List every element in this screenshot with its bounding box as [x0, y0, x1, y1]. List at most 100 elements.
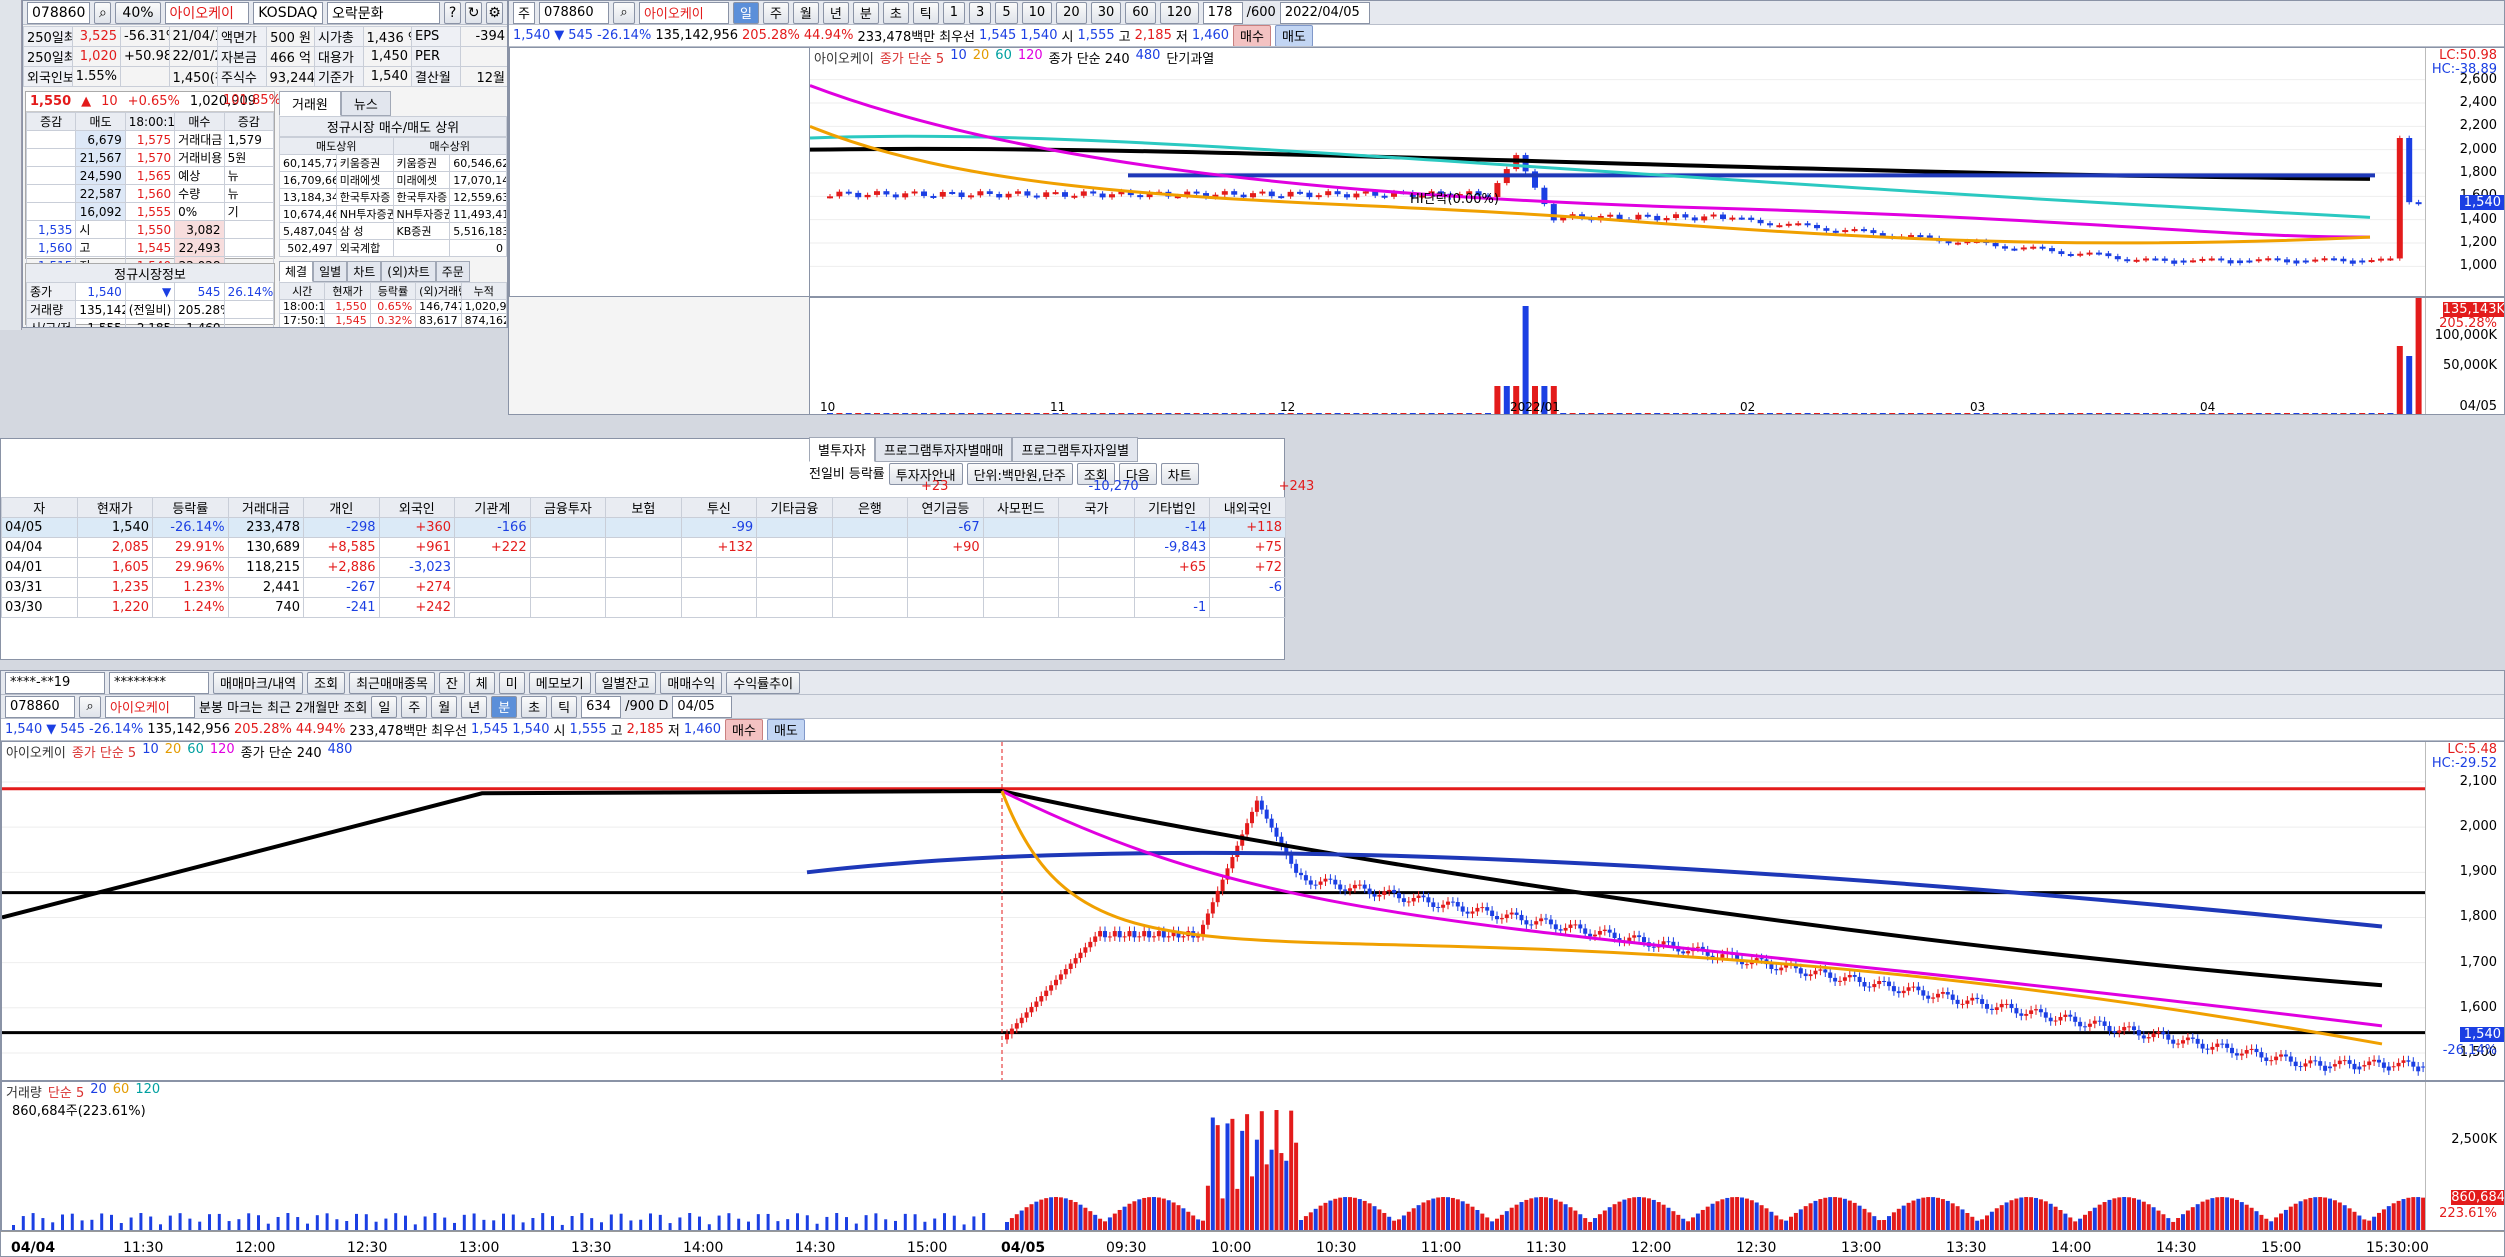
tab-trade-1[interactable]: 일별 — [313, 261, 348, 282]
ratio-button[interactable]: 40% — [115, 1, 161, 24]
buy-button[interactable]: 매수 — [1233, 25, 1271, 46]
sell-button[interactable]: 매도 — [1274, 25, 1313, 46]
unit-3[interactable]: 년 — [822, 1, 849, 24]
candle — [1313, 884, 1318, 886]
toolbar-b8-button[interactable]: 일별잔고 — [594, 671, 657, 694]
interval-6[interactable]: 60 — [1125, 1, 1156, 24]
volume-bar — [276, 1216, 280, 1230]
volume-bar — [1058, 1197, 1063, 1230]
ask-row[interactable]: 6,679 1,575 거래대금 1,579 — [25, 130, 275, 149]
tab-trade-0[interactable]: 체결 — [279, 261, 314, 282]
toolbar-b1-button[interactable]: 매매마크/내역 — [213, 671, 304, 694]
tab-trade-3[interactable]: (외)차트 — [381, 261, 436, 282]
legend-item: 아이오케이 — [814, 52, 874, 67]
minute-unit-4[interactable]: 분 — [491, 695, 518, 718]
search-icon[interactable]: ⌕ — [79, 695, 101, 718]
date-input[interactable]: 2022/04/05 — [1279, 1, 1370, 24]
interval-0[interactable]: 1 — [942, 1, 966, 24]
minute-count[interactable]: 634 — [581, 695, 622, 718]
toolbar-b10-button[interactable]: 수익률추이 — [726, 671, 801, 694]
candle — [1377, 894, 1382, 897]
table-cell — [605, 537, 682, 558]
code-input[interactable]: 078860 — [27, 1, 91, 24]
investor-row[interactable]: 03/31 1,235 1.23% 2,441 -267 +274 -6 — [1, 577, 1286, 598]
minute-unit-1[interactable]: 주 — [401, 695, 428, 718]
sell-button[interactable]: 매도 — [766, 719, 805, 740]
pw-input[interactable]: ******** — [109, 671, 209, 694]
tab-trade-4[interactable]: 주문 — [435, 261, 470, 282]
volume-bar — [325, 1213, 329, 1230]
toolbar-b9-button[interactable]: 매매수익 — [660, 671, 723, 694]
candle — [1109, 194, 1115, 198]
toolbar-b2-button[interactable]: 조회 — [307, 671, 346, 694]
volume-bar — [1945, 1200, 1950, 1230]
toolbar-b6-button[interactable]: 미 — [498, 671, 525, 694]
unit-5[interactable]: 초 — [882, 1, 909, 24]
tab-investor-1[interactable]: 프로그램투자자별매매 — [874, 437, 1013, 462]
unit-6[interactable]: 틱 — [912, 1, 939, 24]
ask-row[interactable]: 24,590 1,565 예상 뉴 — [25, 166, 275, 185]
candle — [1994, 1007, 1999, 1010]
investor-row[interactable]: 04/04 2,085 29.91% 130,689 +8,585 +961 +222 +13… — [1, 537, 1286, 558]
table-cell: 24,590 — [75, 166, 126, 185]
minute-unit-6[interactable]: 틱 — [551, 695, 578, 718]
minute-unit-5[interactable]: 초 — [521, 695, 548, 718]
ask-row[interactable]: 21,567 1,570 거래비용 5원 — [25, 148, 275, 167]
minute-unit-2[interactable]: 월 — [431, 695, 458, 718]
search-icon[interactable]: ⌕ — [94, 1, 112, 24]
table-cell — [680, 597, 758, 618]
minute-unit-3[interactable]: 년 — [461, 695, 488, 718]
count-input[interactable]: 178 — [1202, 1, 1243, 24]
interval-2[interactable]: 5 — [995, 1, 1018, 24]
bid-row[interactable]: 1,535 시 1,550 3,082 — [25, 220, 275, 239]
investor-row[interactable]: 04/05 1,540 -26.14% 233,478 -298 +360 -166 -99 -… — [1, 517, 1286, 538]
unit-4[interactable]: 분 — [852, 1, 879, 24]
daily-price-chart-right[interactable]: 아이오케이 종가 단순 5 10 20 60 120 종가 단순 240 480 단기과열 2,… — [809, 47, 2504, 297]
investor-row[interactable]: 03/30 1,220 1.24% 740 -241 +242 -1 — [1, 597, 1286, 618]
investor-option-1[interactable]: 등락률 — [849, 463, 885, 485]
toolbar-b3-button[interactable]: 최근매매종목 — [349, 671, 435, 694]
tab-broker-0[interactable]: 거래원 — [279, 91, 341, 116]
tab-investor-0[interactable]: 별투자자 — [809, 437, 875, 462]
period-select[interactable]: 주 — [513, 1, 535, 24]
toolbar-b5-button[interactable]: 체 — [468, 671, 495, 694]
column-header: 은행 — [831, 497, 909, 518]
minute-date[interactable]: 04/05 — [672, 695, 733, 718]
search-icon[interactable]: ⌕ — [612, 1, 635, 24]
investor-option-0[interactable]: 전일비 — [809, 463, 845, 485]
interval-7[interactable]: 120 — [1159, 1, 1199, 24]
acct-input[interactable]: ****-**19 — [5, 671, 105, 694]
investor-row[interactable]: 04/01 1,605 29.96% 118,215 +2,886 -3,023 +65 +7… — [1, 557, 1286, 578]
candle — [1099, 193, 1106, 198]
ask-row[interactable]: 22,587 1,560 수량 뉴 — [25, 184, 275, 203]
minute-unit-0[interactable]: 일 — [371, 695, 398, 718]
unit-1[interactable]: 주 — [762, 1, 789, 24]
unit-0[interactable]: 일 — [732, 1, 759, 24]
candle — [2283, 1054, 2288, 1057]
tab-broker-1[interactable]: 뉴스 — [340, 91, 391, 116]
buy-button[interactable]: 매수 — [725, 719, 763, 740]
interval-5[interactable]: 30 — [1090, 1, 1122, 24]
volume-bar — [1088, 1211, 1093, 1230]
refresh-icon[interactable]: ↻ — [465, 1, 483, 24]
ask-row[interactable]: 16,092 1,555 0% 기 — [25, 202, 275, 221]
bid-row[interactable]: 1,560 고 1,545 22,493 — [25, 238, 275, 257]
tab-investor-2[interactable]: 프로그램투자자일별 — [1012, 437, 1139, 462]
minute-code-input[interactable]: 078860 — [5, 695, 75, 718]
volume-bar — [355, 1213, 358, 1230]
table-cell: 500 원 — [265, 26, 315, 47]
help-icon[interactable]: ? — [444, 1, 462, 24]
interval-3[interactable]: 10 — [1021, 1, 1053, 24]
interval-4[interactable]: 20 — [1056, 1, 1087, 24]
settings-icon[interactable]: ⚙ — [486, 1, 504, 24]
minute-price-chart[interactable]: 아이오케이 종가 단순 5 10 20 60 120 종가 단순 240 480 2,100 2… — [1, 741, 2504, 1081]
interval-1[interactable]: 3 — [969, 1, 992, 24]
y-tick: 2,400 — [2459, 95, 2497, 110]
candle — [2156, 1031, 2161, 1034]
toolbar-b7-button[interactable]: 메모보기 — [528, 671, 591, 694]
toolbar-b4-button[interactable]: 잔 — [438, 671, 465, 694]
daily-code-input[interactable]: 078860 — [538, 1, 609, 24]
tab-trade-2[interactable]: 차트 — [347, 261, 382, 282]
unit-2[interactable]: 월 — [792, 1, 819, 24]
volume-bar — [1975, 1220, 1980, 1230]
